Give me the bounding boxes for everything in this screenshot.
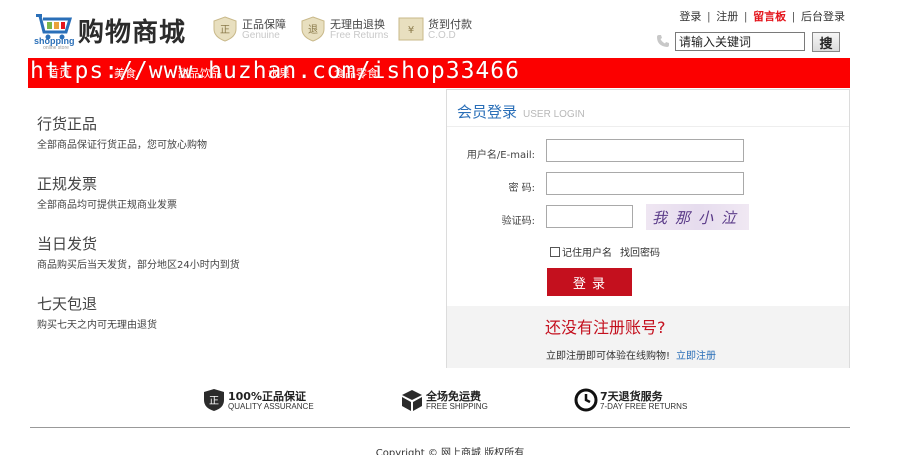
service-sub: 7-DAY FREE RETURNS: [600, 402, 688, 411]
feature-title: 七天包退: [37, 295, 98, 313]
feature-title: 当日发货: [37, 235, 98, 253]
site-logo[interactable]: shopping online store 购物商城: [34, 10, 194, 51]
feature-item: 当日发货 商品购买后当天发货，部分地区24小时内到货: [37, 233, 257, 271]
divider: [447, 126, 849, 127]
feature-desc: 全部商品保证行货正品，您可放心购物: [37, 140, 207, 151]
logo-title: 购物商城: [78, 18, 187, 48]
svg-text:退: 退: [308, 24, 318, 36]
cod-badge-icon: ¥: [398, 17, 424, 41]
nav-item-snacks[interactable]: 食品零食: [334, 65, 378, 81]
feature-desc: 购买七天之内可无理由退货: [37, 320, 157, 331]
svg-text:正: 正: [220, 25, 230, 36]
password-input[interactable]: [546, 172, 744, 195]
admin-login-link[interactable]: 后台登录: [801, 11, 845, 23]
register-hint-text: 立即注册即可体验在线购物!: [546, 351, 671, 362]
logo-tiny-text: online store: [43, 45, 69, 51]
top-links: 登录 | 注册 | 留言板 | 后台登录: [679, 8, 845, 24]
login-panel: 会员登录 USER LOGIN 用户名/E-mail: 密 码: 验证码: 我那小…: [446, 89, 850, 368]
clock-icon: [574, 388, 598, 412]
forgot-password-link[interactable]: 找回密码: [620, 248, 660, 259]
login-link[interactable]: 登录: [679, 11, 701, 23]
guestbook-link[interactable]: 留言板: [753, 11, 786, 23]
link-separator: |: [707, 11, 711, 23]
captcha-input[interactable]: [546, 205, 633, 228]
login-header: 会员登录 USER LOGIN: [457, 101, 585, 122]
site-header: shopping online store 购物商城 正 正品保障 Genuin…: [0, 0, 900, 58]
feature-title: 正规发票: [37, 175, 98, 193]
quality-shield-icon: 正: [204, 389, 224, 411]
nav-item-food[interactable]: 美食: [114, 65, 136, 81]
guarantee-sub: C.O.D: [428, 30, 456, 41]
svg-text:¥: ¥: [408, 25, 414, 36]
login-title-en: USER LOGIN: [523, 109, 585, 120]
no-account-title: 还没有注册账号?: [545, 318, 666, 337]
feature-desc: 全部商品均可提供正规商业发票: [37, 200, 177, 211]
link-separator: |: [792, 11, 795, 23]
login-title: 会员登录: [457, 103, 518, 121]
genuine-badge-icon: 正: [213, 16, 237, 42]
phone-icon: [657, 35, 669, 47]
guarantee-sub: Genuine: [242, 30, 280, 41]
feature-item: 行货正品 全部商品保证行货正品，您可放心购物: [37, 113, 257, 151]
return-badge-icon: 退: [301, 16, 325, 42]
copyright-text: Copyright © 网上商城 版权所有: [375, 448, 525, 455]
register-now-link[interactable]: 立即注册: [676, 351, 716, 362]
remember-row: 记住用户名 找回密码: [550, 244, 660, 259]
nav-item-home[interactable]: 首页: [48, 65, 70, 81]
service-sub: FREE SHIPPING: [426, 402, 488, 411]
remember-label[interactable]: 记住用户名: [562, 248, 612, 259]
username-label: 用户名/E-mail:: [466, 150, 535, 161]
feature-item: 正规发票 全部商品均可提供正规商业发票: [37, 173, 257, 211]
captcha-label: 验证码:: [501, 216, 535, 227]
search-button[interactable]: 搜: [812, 32, 840, 52]
captcha-image[interactable]: 我那小泣: [646, 204, 749, 230]
nav-item-fruit[interactable]: 水果: [268, 65, 290, 81]
nav-item-desserts[interactable]: 甜品饮品: [178, 65, 222, 81]
feature-item: 七天包退 购买七天之内可无理由退货: [37, 293, 257, 331]
service-strip: 正 100%正品保证 QUALITY ASSURANCE 全场免运费 FREE …: [0, 386, 900, 418]
search-input[interactable]: [675, 32, 805, 51]
footer-divider: [30, 427, 850, 428]
main-nav: 首页 美食 甜品饮品 水果 食品零食: [28, 58, 850, 88]
register-hint: 立即注册即可体验在线购物! 立即注册: [546, 347, 716, 362]
feature-desc: 商品购买后当天发货，部分地区24小时内到货: [37, 260, 240, 271]
remember-checkbox[interactable]: [550, 247, 560, 257]
register-panel: 还没有注册账号? 立即注册即可体验在线购物! 立即注册: [447, 306, 849, 368]
service-sub: QUALITY ASSURANCE: [228, 402, 314, 411]
login-button[interactable]: 登 录: [547, 268, 632, 296]
username-input[interactable]: [546, 139, 744, 162]
password-label: 密 码:: [508, 183, 535, 194]
feature-title: 行货正品: [37, 115, 98, 133]
register-link[interactable]: 注册: [716, 11, 738, 23]
svg-text:正: 正: [209, 396, 219, 407]
link-separator: |: [744, 11, 748, 23]
package-box-icon: [402, 390, 422, 411]
guarantee-sub: Free Returns: [330, 30, 389, 41]
